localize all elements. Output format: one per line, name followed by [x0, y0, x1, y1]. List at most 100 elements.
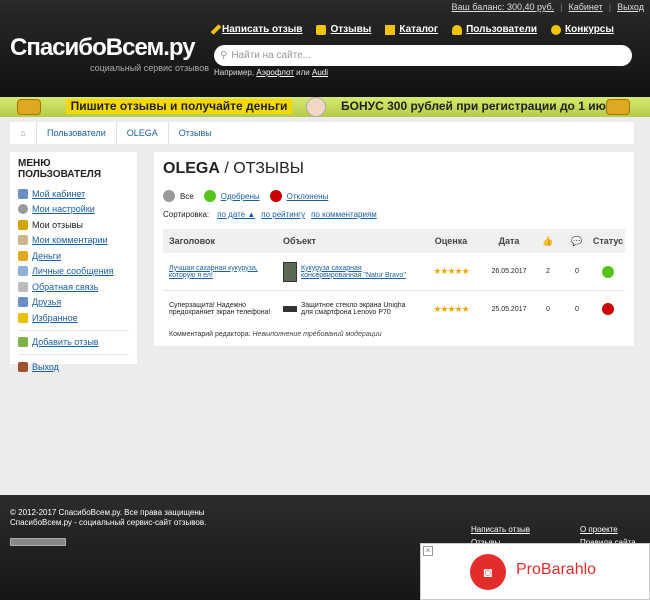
column-header: Объект: [283, 236, 316, 246]
sort-label: Сортировка:: [163, 210, 210, 219]
cabinet-link[interactable]: Кабинет: [568, 2, 602, 12]
money-icon: [18, 250, 28, 261]
ad-text: ProBarahlo: [516, 561, 597, 578]
review-title-link[interactable]: Лучшая сахарная кукуруза, которую я ел!: [163, 265, 283, 279]
chat-icon: [18, 266, 28, 277]
object-link[interactable]: Кукуруза сахарная консервированная "Natu…: [301, 265, 417, 279]
footer-write-review-link[interactable]: Написать отзыв: [471, 525, 530, 534]
nav-label: Пользователи: [466, 24, 538, 35]
sidebar-item-reviews[interactable]: Мои отзывы: [18, 217, 129, 233]
sidebar-item-label[interactable]: Деньги: [32, 251, 61, 261]
home-icon[interactable]: ⌂: [10, 128, 36, 138]
copyright-text: © 2012-2017 СпасибоВсем.ру. Все права за…: [10, 508, 205, 517]
sidebar-item-feedback[interactable]: Обратная связь: [18, 279, 129, 295]
editor-comment-label: Комментарий редактора:: [169, 331, 251, 338]
reviews-table: Заголовок Объект Оценка Дата 👍 💬 Статус …: [163, 229, 625, 342]
promo-banner[interactable]: Пишите отзывы и получайте деньги БОНУС 3…: [0, 97, 650, 117]
coins-icon: [606, 99, 630, 115]
sidebar-item-label[interactable]: Избранное: [32, 313, 78, 323]
product-image: [283, 306, 297, 312]
add-icon: [18, 337, 28, 348]
sort-by-rating[interactable]: по рейтингу: [261, 210, 305, 219]
sidebar-item-label[interactable]: Мои комментарии: [32, 235, 108, 245]
footer-copyright: © 2012-2017 СпасибоВсем.ру. Все права за…: [10, 508, 206, 528]
speech-bubble-icon: [316, 24, 327, 35]
logout-label[interactable]: Выход: [32, 362, 59, 372]
sidebar-item-cabinet[interactable]: Мой кабинет: [18, 186, 129, 202]
coins-icon: [17, 99, 41, 115]
mail-icon: [18, 281, 28, 292]
nav-contests[interactable]: Конкурсы: [551, 24, 614, 35]
logout-button[interactable]: Выход: [18, 359, 129, 375]
breadcrumb-users[interactable]: Пользователи: [36, 122, 116, 144]
sidebar-item-label[interactable]: Друзья: [32, 297, 61, 307]
table-header: Заголовок Объект Оценка Дата 👍 💬 Статус: [163, 229, 625, 253]
breadcrumb-reviews[interactable]: Отзывы: [167, 122, 222, 144]
filter-label[interactable]: Отклонены: [287, 192, 329, 201]
sidebar-item-money[interactable]: Деньги: [18, 248, 129, 264]
account-bar: Ваш баланс: 300,40 руб. | Кабинет | Выхо…: [452, 2, 644, 12]
filter-all[interactable]: Все: [163, 190, 194, 202]
promo-girl-image: [306, 97, 326, 117]
sidebar-item-favorites[interactable]: Избранное: [18, 310, 129, 326]
user-menu: МЕНЮ ПОЛЬЗОВАТЕЛЯ Мой кабинет Мои настро…: [10, 152, 137, 372]
nav-label: Написать отзыв: [222, 24, 303, 35]
footer-about-link[interactable]: О проекте: [580, 525, 636, 534]
status-approved-icon: [602, 265, 614, 278]
rating-stars: ★★★★★: [433, 266, 469, 276]
folder-icon: [385, 24, 396, 35]
exit-link[interactable]: Выход: [617, 2, 644, 12]
nav-write-review[interactable]: Написать отзыв: [210, 24, 303, 35]
breadcrumb: ⌂ Пользователи OLEGA Отзывы: [10, 122, 634, 144]
example-link-1[interactable]: Аэрофлот: [256, 68, 294, 77]
status-dot-approved: [203, 190, 216, 202]
nav-label: Конкурсы: [565, 24, 614, 35]
product-image: [283, 261, 297, 282]
balance-link[interactable]: Ваш баланс: 300,40 руб.: [452, 2, 555, 12]
sort-by-date[interactable]: по дате ▲: [217, 210, 255, 219]
sidebar-item-messages[interactable]: Личные сообщения: [18, 264, 129, 280]
filter-approved[interactable]: Одобрены: [203, 190, 260, 202]
sidebar-item-label[interactable]: Личные сообщения: [32, 266, 114, 276]
nav-users[interactable]: Пользователи: [452, 24, 537, 35]
close-icon[interactable]: ×: [423, 546, 433, 556]
reviews-panel: OLEGA / ОТЗЫВЫ Все Одобрены Отклонены Со…: [154, 152, 634, 346]
review-date: 25.05.2017: [491, 305, 527, 313]
search-example: Например, Аэрофлот или Audi: [214, 68, 328, 77]
search-input[interactable]: [231, 50, 612, 61]
counter-badge[interactable]: [10, 538, 66, 546]
example-link-2[interactable]: Audi: [312, 68, 328, 77]
camera-icon: ◙: [470, 554, 506, 590]
ad-banner[interactable]: × ◙ ProBarahlo: [420, 543, 650, 600]
review-object: Защитное стекло экрана Uniqha для смартф…: [283, 302, 417, 316]
filter-rejected[interactable]: Отклонены: [269, 190, 329, 202]
user-name: OLEGA: [163, 160, 220, 177]
sidebar-item-label[interactable]: Обратная связь: [32, 282, 98, 292]
nav-label: Отзывы: [330, 24, 372, 35]
sort-by-comments[interactable]: по комментариям: [311, 210, 377, 219]
site-logo[interactable]: СпасибоВсем.ру: [10, 34, 196, 62]
sidebar-item-settings[interactable]: Мои настройки: [18, 202, 129, 218]
likes-count: 0: [546, 305, 550, 313]
status-rejected-icon: [602, 303, 614, 315]
status-filters: Все Одобрены Отклонены: [163, 190, 328, 202]
example-prefix: Например,: [214, 68, 255, 77]
add-review-label[interactable]: Добавить отзыв: [32, 337, 99, 347]
nav-catalog[interactable]: Каталог: [385, 24, 438, 35]
thumbs-up-icon: 👍: [542, 235, 554, 246]
divider: [18, 329, 129, 331]
sidebar-item-label: Мои отзывы: [32, 219, 83, 230]
sidebar-item-comments[interactable]: Мои комментарии: [18, 233, 129, 249]
nav-reviews[interactable]: Отзывы: [316, 24, 371, 35]
filter-label[interactable]: Одобрены: [221, 192, 260, 201]
nav-label: Каталог: [399, 24, 439, 35]
logo-subtitle: социальный сервис отзывов: [90, 63, 210, 73]
gear-icon: [18, 204, 28, 215]
add-review-button[interactable]: Добавить отзыв: [18, 335, 129, 351]
sidebar-item-label[interactable]: Мой кабинет: [32, 189, 85, 199]
editor-comment-text: Невыполнение требований модерации: [252, 331, 382, 338]
sidebar-item-label[interactable]: Мои настройки: [32, 204, 95, 214]
sidebar-item-friends[interactable]: Друзья: [18, 295, 129, 311]
breadcrumb-user[interactable]: OLEGA: [115, 122, 168, 144]
review-date: 26.05.2017: [491, 268, 527, 275]
